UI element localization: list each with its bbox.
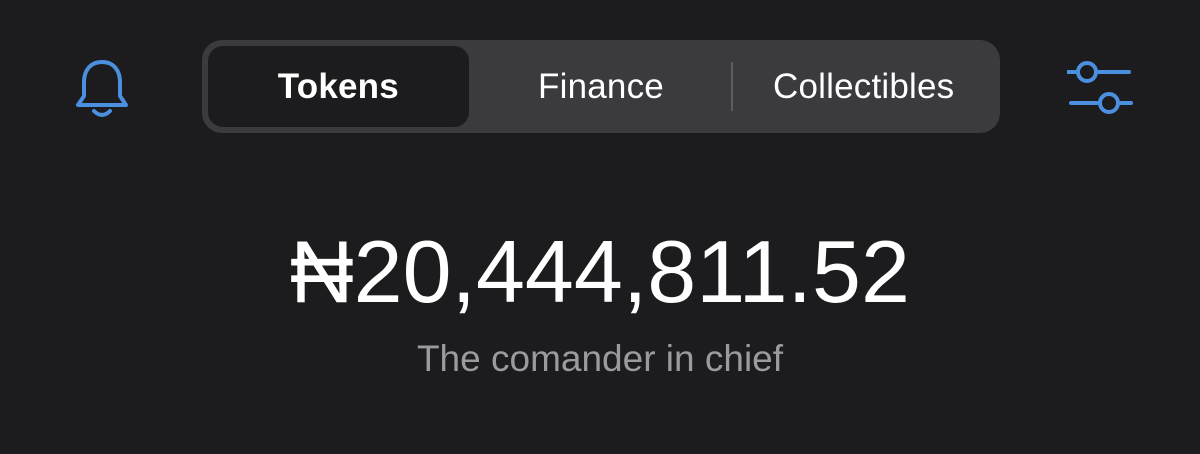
- tab-tokens-label: Tokens: [277, 66, 399, 106]
- tab-finance[interactable]: Finance: [471, 46, 732, 127]
- segmented-control: Tokens Finance Collectibles: [202, 40, 1000, 133]
- tab-collectibles[interactable]: Collectibles: [733, 46, 994, 127]
- wallet-name: The comander in chief: [416, 338, 784, 379]
- bell-icon: [76, 60, 128, 117]
- tab-finance-label: Finance: [538, 66, 664, 106]
- tab-tokens[interactable]: Tokens: [208, 46, 469, 127]
- sliders-icon: [1067, 61, 1133, 114]
- tab-collectibles-label: Collectibles: [772, 66, 955, 106]
- notifications-button[interactable]: [66, 52, 138, 124]
- filter-settings-button[interactable]: [1062, 52, 1138, 124]
- balance-amount: ₦20,444,811.52: [290, 222, 910, 321]
